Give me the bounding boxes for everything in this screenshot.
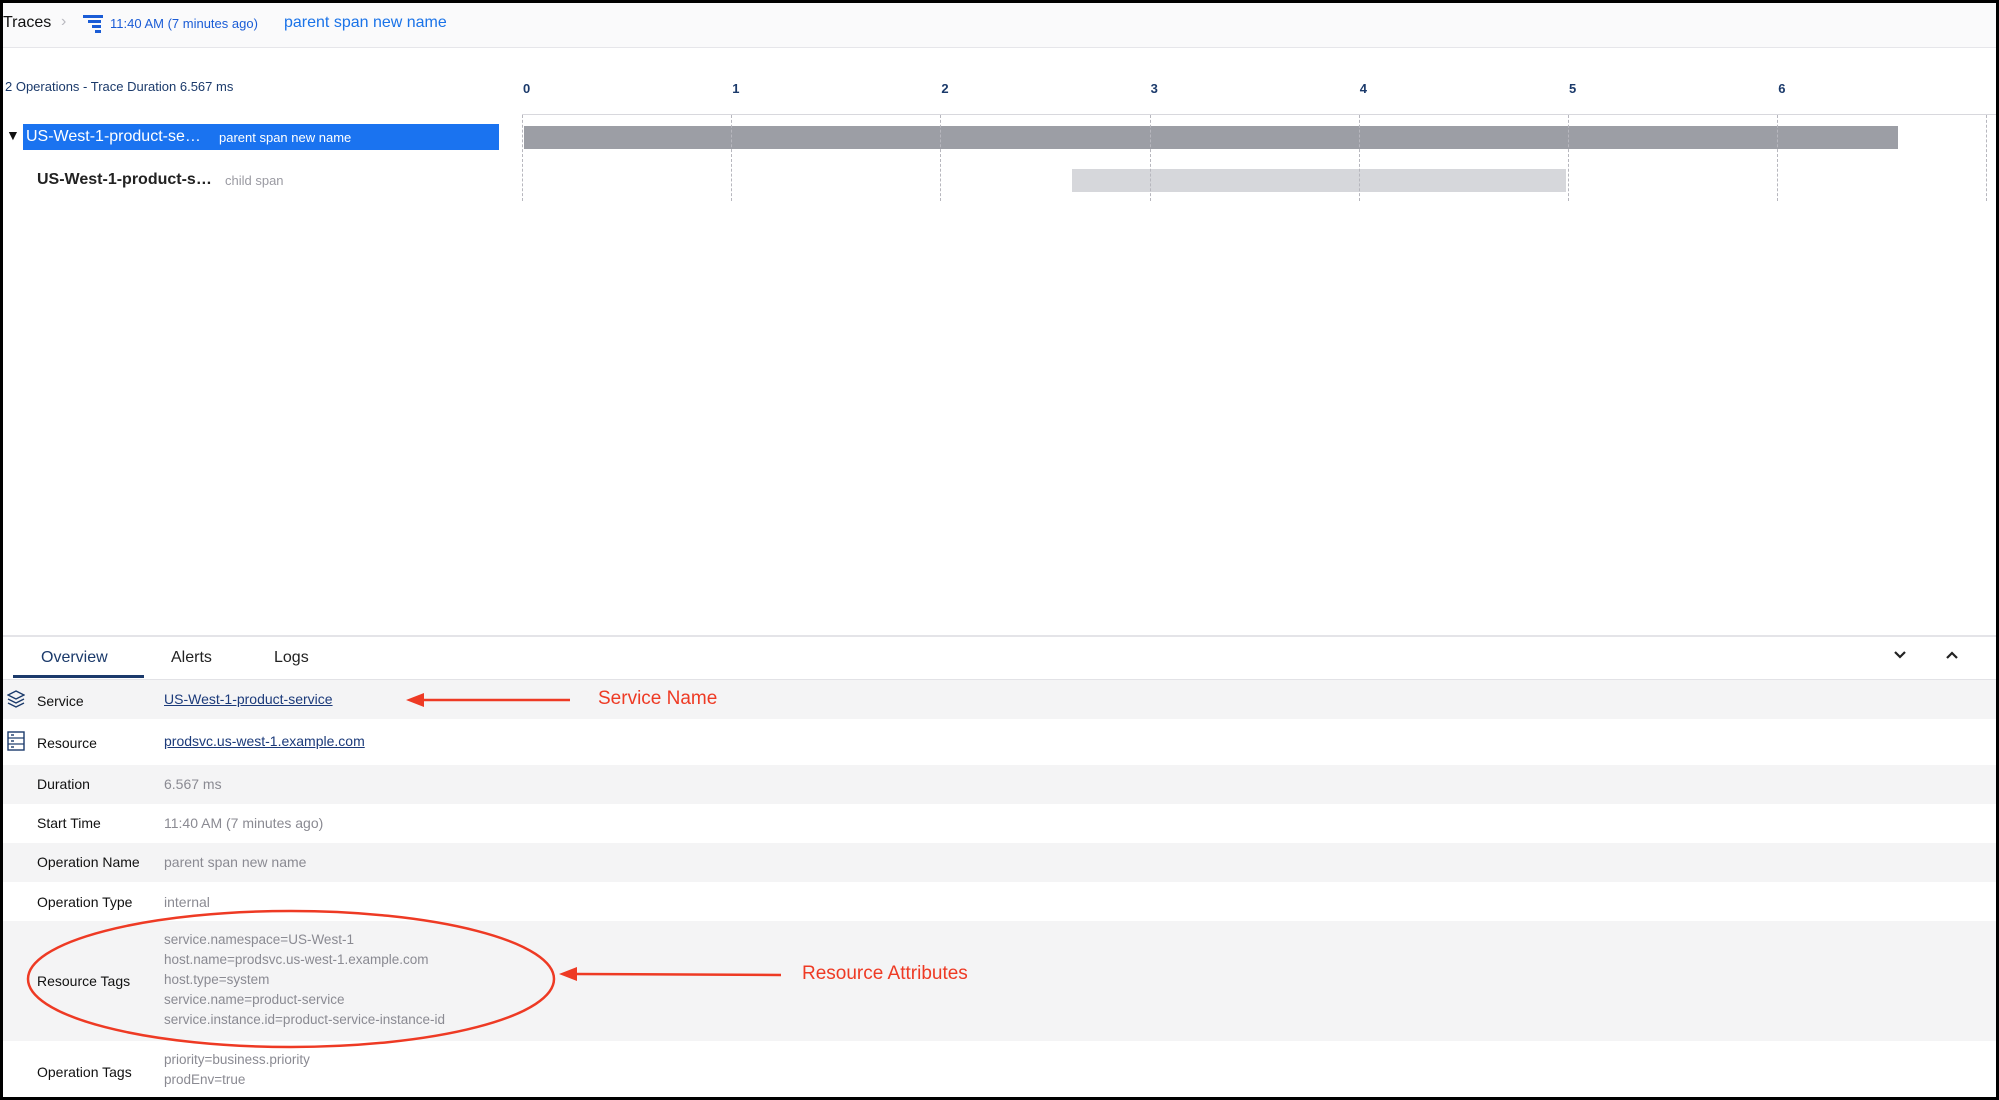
resource-attributes-arrowhead: [559, 967, 577, 981]
annotation-resource-attributes: Resource Attributes: [802, 963, 968, 984]
annotation-service-name: Service Name: [598, 688, 718, 709]
service-name-arrowhead: [406, 693, 424, 707]
timeline-gridline: [1149, 115, 1151, 201]
timeline-gridline: [1986, 115, 1987, 201]
annotation-overlay: [26, 693, 782, 1049]
timeline-gridline: [1777, 115, 1779, 201]
timeline-gridline: [1358, 115, 1360, 201]
resource-attributes-arrow: [574, 972, 782, 977]
timeline-gridline: [522, 115, 523, 201]
timeline-gridline: [1568, 115, 1569, 201]
trace-viewer: Traces › 11:40 AM (7 minutes ago) parent…: [0, 0, 1999, 1100]
resource-tags-highlight-ellipse: [26, 909, 556, 1049]
timeline-gridline: [940, 115, 942, 201]
timeline-gridline: [731, 115, 733, 201]
